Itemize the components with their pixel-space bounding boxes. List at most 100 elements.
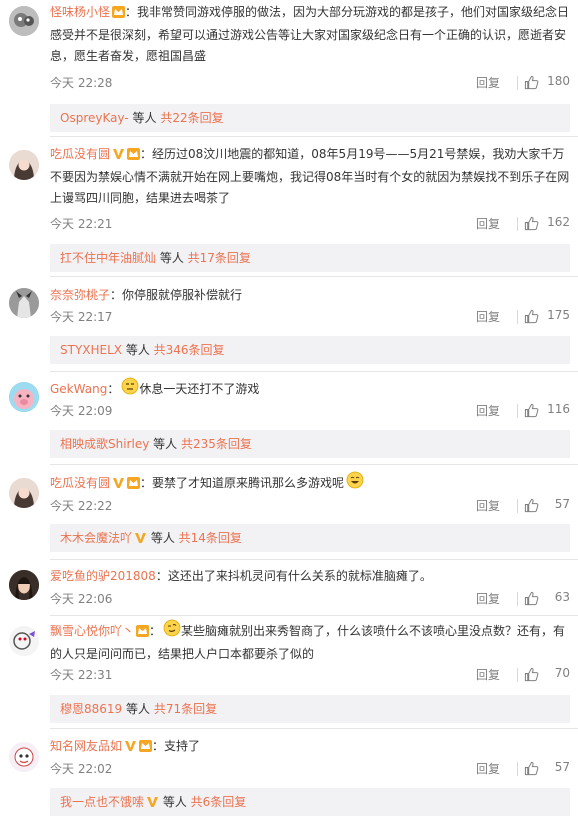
username-link[interactable]: 吃瓜没有圆 <box>50 147 110 161</box>
comment-meta: 今天 22:21 回复 162 <box>50 215 570 233</box>
divider <box>50 371 578 372</box>
comment-meta: 今天 22:09 回复 116 <box>50 402 570 420</box>
comment-item: 吃瓜没有圆 ：经历过08汶川地震的都知道，08年5月19号——5月21号禁娱，我劝… <box>0 140 578 272</box>
divider <box>517 762 518 776</box>
sub-reply-connector: 等人 <box>122 343 154 357</box>
comment-body: 飘雪心悦你吖丶：某些脑瘫就别出来秀智商了，什么该喷什么不该喷心里没点数？还有，有… <box>50 619 570 665</box>
avatar[interactable] <box>9 478 39 508</box>
divider <box>50 136 578 137</box>
username-link[interactable]: 知名网友品如 <box>50 739 122 753</box>
like-count: 175 <box>547 308 570 322</box>
sub-reply-count-link[interactable]: 共346条回复 <box>154 343 225 357</box>
comment-meta: 今天 22:28 回复 180 <box>50 74 570 92</box>
reply-button[interactable]: 回复 <box>476 215 500 232</box>
like-button[interactable]: 70 <box>524 666 570 684</box>
sub-reply-connector: 等人 <box>122 702 154 716</box>
v-verified-icon <box>112 146 125 167</box>
like-button[interactable]: 57 <box>524 760 570 778</box>
reply-button[interactable]: 回复 <box>476 497 500 514</box>
avatar[interactable] <box>9 570 39 600</box>
smiley-emoji-icon <box>163 619 181 644</box>
reply-button[interactable]: 回复 <box>476 666 500 683</box>
comment-item: 怪味杨小怪 ：我非常赞同游戏停服的做法，因为大部分玩游戏的都是孩子，他们对国家级纪… <box>0 0 578 132</box>
sub-reply-summary[interactable]: 我一点也不饿嗦 等人 共6条回复 <box>50 788 570 816</box>
comment-time: 今天 22:06 <box>50 592 113 606</box>
sub-reply-count-link[interactable]: 共71条回复 <box>154 702 217 716</box>
sub-reply-user[interactable]: 穆恩88619 <box>60 702 122 716</box>
sub-reply-user[interactable]: 我一点也不饿嗦 <box>60 795 144 809</box>
like-button[interactable]: 162 <box>524 215 570 233</box>
divider <box>50 464 578 465</box>
sub-reply-count-link[interactable]: 共22条回复 <box>160 111 223 125</box>
divider <box>517 592 518 606</box>
vip-crown-icon <box>139 738 153 759</box>
thumbs-up-icon <box>524 216 539 231</box>
divider <box>517 499 518 513</box>
reply-button[interactable]: 回复 <box>476 760 500 777</box>
sub-reply-summary[interactable]: 穆恩88619 等人 共71条回复 <box>50 695 570 723</box>
comment-item: 奈奈弥桃子：你停服就停服补偿就行 今天 22:17 回复 175 STYXHEL… <box>0 280 578 366</box>
like-count: 70 <box>554 666 570 680</box>
v-verified-icon <box>134 526 147 554</box>
avatar[interactable] <box>9 742 39 772</box>
like-button[interactable]: 63 <box>524 590 570 608</box>
sub-reply-user[interactable]: 木木会魔法吖 <box>60 531 132 545</box>
avatar[interactable] <box>9 6 39 36</box>
comment-time: 今天 22:21 <box>50 217 113 231</box>
divider <box>517 310 518 324</box>
reply-button[interactable]: 回复 <box>476 590 500 607</box>
username-link[interactable]: 怪味杨小怪 <box>50 5 110 19</box>
username-link[interactable]: 奈奈弥桃子 <box>50 288 110 302</box>
like-count: 162 <box>547 215 570 229</box>
comment-text: 休息一天还打不了游戏 <box>139 382 260 396</box>
comment-body: 爱吃鱼的驴201808：这还出了来抖机灵问有什么关系的就标准脑瘫了。 <box>50 566 570 587</box>
username-link[interactable]: GekWang <box>50 382 107 396</box>
username-link[interactable]: 爱吃鱼的驴201808 <box>50 569 156 583</box>
sub-reply-connector: 等人 <box>156 251 188 265</box>
avatar[interactable] <box>9 150 39 180</box>
reply-button[interactable]: 回复 <box>476 402 500 419</box>
thumbs-up-icon <box>524 667 539 682</box>
thumbs-up-icon <box>524 403 539 418</box>
avatar[interactable] <box>9 288 39 318</box>
sub-reply-summary[interactable]: 木木会魔法吖 等人 共14条回复 <box>50 524 570 552</box>
comment-item: GekWang： 休息一天还打不了游戏 今天 22:09 回复 116 相映成歌S… <box>0 374 578 460</box>
sub-reply-count-link[interactable]: 共6条回复 <box>191 795 247 809</box>
sub-reply-summary[interactable]: OspreyKay- 等人 共22条回复 <box>50 104 570 132</box>
like-button[interactable]: 180 <box>524 74 570 92</box>
divider <box>517 668 518 682</box>
comment-item: 爱吃鱼的驴201808：这还出了来抖机灵问有什么关系的就标准脑瘫了。 今天 22… <box>0 562 578 612</box>
sub-reply-user[interactable]: OspreyKay- <box>60 111 129 125</box>
smiley-emoji-icon <box>346 471 364 496</box>
like-count: 57 <box>554 497 570 511</box>
comment-time: 今天 22:28 <box>50 76 113 90</box>
username-link[interactable]: 飘雪心悦你吖丶 <box>50 624 134 638</box>
sub-reply-summary[interactable]: 扛不住中年油腻灿 等人 共17条回复 <box>50 244 570 272</box>
username-link[interactable]: 吃瓜没有圆 <box>50 476 110 490</box>
divider <box>517 76 518 90</box>
sub-reply-user[interactable]: 扛不住中年油腻灿 <box>60 251 156 265</box>
sub-reply-user[interactable]: 相映成歌Shirley <box>60 437 149 451</box>
reply-button[interactable]: 回复 <box>476 308 500 325</box>
like-button[interactable]: 116 <box>524 402 570 420</box>
sub-reply-count-link[interactable]: 共17条回复 <box>188 251 251 265</box>
thumbs-up-icon <box>524 498 539 513</box>
sub-reply-user[interactable]: STYXHELX <box>60 343 122 357</box>
sub-reply-count-link[interactable]: 共235条回复 <box>181 437 252 451</box>
avatar[interactable] <box>9 626 39 656</box>
v-verified-icon <box>146 790 159 816</box>
comment-text: ：我非常赞同游戏停服的做法，因为大部分玩游戏的都是孩子，他们对国家级纪念日感受并… <box>50 5 570 63</box>
divider <box>517 217 518 231</box>
comment-text: ：这还出了来抖机灵问有什么关系的就标准脑瘫了。 <box>155 569 432 583</box>
comment-item: 飘雪心悦你吖丶：某些脑瘫就别出来秀智商了，什么该喷什么不该喷心里没点数？还有，有… <box>0 618 578 724</box>
comment-meta: 今天 22:31 回复 70 <box>50 666 570 684</box>
avatar[interactable] <box>9 382 39 412</box>
like-button[interactable]: 57 <box>524 497 570 515</box>
comment-time: 今天 22:31 <box>50 668 113 682</box>
comment-meta: 今天 22:02 回复 57 <box>50 760 570 778</box>
sub-reply-count-link[interactable]: 共14条回复 <box>179 531 242 545</box>
sub-reply-summary[interactable]: 相映成歌Shirley 等人 共235条回复 <box>50 430 570 458</box>
like-button[interactable]: 175 <box>524 308 570 326</box>
sub-reply-summary[interactable]: STYXHELX 等人 共346条回复 <box>50 336 570 364</box>
reply-button[interactable]: 回复 <box>476 74 500 91</box>
